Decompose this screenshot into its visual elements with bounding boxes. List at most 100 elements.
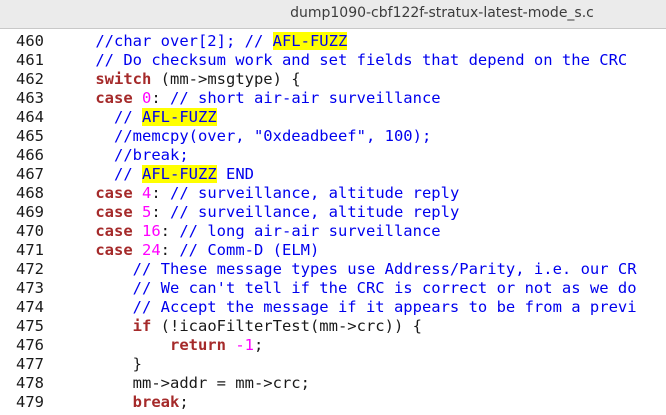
code-token-keyword: case xyxy=(95,222,133,240)
code-token-comment: // Comm-D (ELM) xyxy=(179,241,320,259)
line-number: 468 xyxy=(16,184,44,202)
code-token-comment: //break; xyxy=(58,146,189,164)
code-line[interactable]: case 16: // long air-air surveillance xyxy=(58,222,441,241)
code-token-keyword: return xyxy=(169,336,226,354)
code-token-keyword: break xyxy=(132,393,180,411)
code-token-comment: // These message types use Address/Parit… xyxy=(58,260,637,278)
code-token-plain: : xyxy=(151,89,171,107)
code-line[interactable]: // AFL-FUZZ xyxy=(58,108,217,127)
line-number: 469 xyxy=(16,203,44,221)
code-token-comment: // surveillance, altitude reply xyxy=(170,203,460,221)
line-number: 472 xyxy=(16,260,44,278)
line-number: 461 xyxy=(16,51,44,69)
code-token-keyword: case xyxy=(95,241,133,259)
line-number: 465 xyxy=(16,127,44,145)
code-token-comment: // xyxy=(58,165,142,183)
code-token-keyword: case xyxy=(95,203,133,221)
line-number: 470 xyxy=(16,222,44,240)
code-token-number: 16 xyxy=(142,222,161,240)
code-token-number: 4 xyxy=(142,184,152,202)
code-token-number: 0 xyxy=(142,89,152,107)
code-line[interactable]: mm->addr = mm->crc; xyxy=(58,374,310,393)
line-number-gutter: 460 461 462 463 464 465 466 467 468 469 470 471 472 4… xyxy=(0,29,58,415)
code-line[interactable]: //break; xyxy=(58,146,189,165)
code-token-keyword: case xyxy=(95,184,133,202)
code-line[interactable]: // Accept the message if it appears to b… xyxy=(58,298,637,317)
code-line[interactable]: //memcpy(over, "0xdeadbeef", 100); xyxy=(58,127,431,146)
code-line[interactable]: if (!icaoFilterTest(mm->crc)) { xyxy=(58,317,422,336)
code-line[interactable]: //char over[2]; // AFL-FUZZ xyxy=(58,32,348,51)
code-token-comment: //char over[2]; // xyxy=(58,32,273,50)
code-line[interactable]: case 0: // short air-air surveillance xyxy=(58,89,441,108)
line-number: 478 xyxy=(16,374,44,392)
line-number: 463 xyxy=(16,89,44,107)
code-token-number: 24 xyxy=(142,241,161,259)
code-token-keyword: case xyxy=(95,89,133,107)
code-line[interactable]: case 5: // surveillance, altitude reply xyxy=(58,203,459,222)
code-token-number: 5 xyxy=(142,203,152,221)
code-token-plain: : xyxy=(151,203,171,221)
line-number: 477 xyxy=(16,355,44,373)
code-token-highlight: AFL-FUZZ xyxy=(142,108,217,126)
line-number: 467 xyxy=(16,165,44,183)
line-number: 460 xyxy=(16,32,44,50)
code-token-number: -1 xyxy=(235,336,254,354)
code-line[interactable]: // AFL-FUZZ END xyxy=(58,165,254,184)
file-tab-title[interactable]: dump1090-cbf122f-stratux-latest-mode_s.c xyxy=(0,5,666,21)
code-line[interactable]: case 4: // surveillance, altitude reply xyxy=(58,184,459,203)
line-number: 466 xyxy=(16,146,44,164)
code-editor[interactable]: 460 461 462 463 464 465 466 467 468 469 470 471 472 4… xyxy=(0,29,666,415)
code-line[interactable]: case 24: // Comm-D (ELM) xyxy=(58,241,319,260)
code-token-keyword: if xyxy=(132,317,152,335)
code-token-plain: : xyxy=(160,222,180,240)
code-token-comment: // xyxy=(58,108,142,126)
code-token-plain: mm->addr = mm->crc; xyxy=(58,374,310,392)
code-token-plain: (mm->msgtype) { xyxy=(151,70,301,88)
code-token-highlight: AFL-FUZZ xyxy=(142,165,217,183)
line-number: 473 xyxy=(16,279,44,297)
line-number: 464 xyxy=(16,108,44,126)
code-line[interactable]: // Do checksum work and set fields that … xyxy=(58,51,627,70)
code-line[interactable]: break; xyxy=(58,393,189,412)
line-number: 474 xyxy=(16,298,44,316)
line-number: 479 xyxy=(16,393,44,411)
code-line[interactable]: switch (mm->msgtype) { xyxy=(58,70,301,89)
code-token-keyword: switch xyxy=(95,70,152,88)
code-line[interactable]: // We can't tell if the CRC is correct o… xyxy=(58,279,637,298)
line-number: 475 xyxy=(16,317,44,335)
line-number: 471 xyxy=(16,241,44,259)
code-token-plain: ; xyxy=(179,393,189,411)
code-token-comment: //memcpy(over, "0xdeadbeef", 100); xyxy=(58,127,432,145)
code-token-comment: // long air-air surveillance xyxy=(179,222,441,240)
editor-tab-bar: dump1090-cbf122f-stratux-latest-mode_s.c xyxy=(0,0,666,29)
code-token-comment: // We can't tell if the CRC is correct o… xyxy=(58,279,637,297)
code-token-highlight: AFL-FUZZ xyxy=(272,32,348,50)
code-token-comment: // short air-air surveillance xyxy=(170,89,441,107)
code-line[interactable]: } xyxy=(58,355,142,374)
code-token-plain: : xyxy=(160,241,180,259)
code-line[interactable]: // These message types use Address/Parit… xyxy=(58,260,637,279)
line-number: 462 xyxy=(16,70,44,88)
code-token-plain: ; xyxy=(254,336,264,354)
code-line[interactable]: return -1; xyxy=(58,336,263,355)
code-token-comment: // Accept the message if it appears to b… xyxy=(58,298,637,316)
code-token-plain: : xyxy=(151,184,171,202)
code-token-comment: // surveillance, altitude reply xyxy=(170,184,460,202)
code-token-comment: END xyxy=(216,165,254,183)
code-token-plain: (!icaoFilterTest(mm->crc)) { xyxy=(151,317,422,335)
line-number: 476 xyxy=(16,336,44,354)
